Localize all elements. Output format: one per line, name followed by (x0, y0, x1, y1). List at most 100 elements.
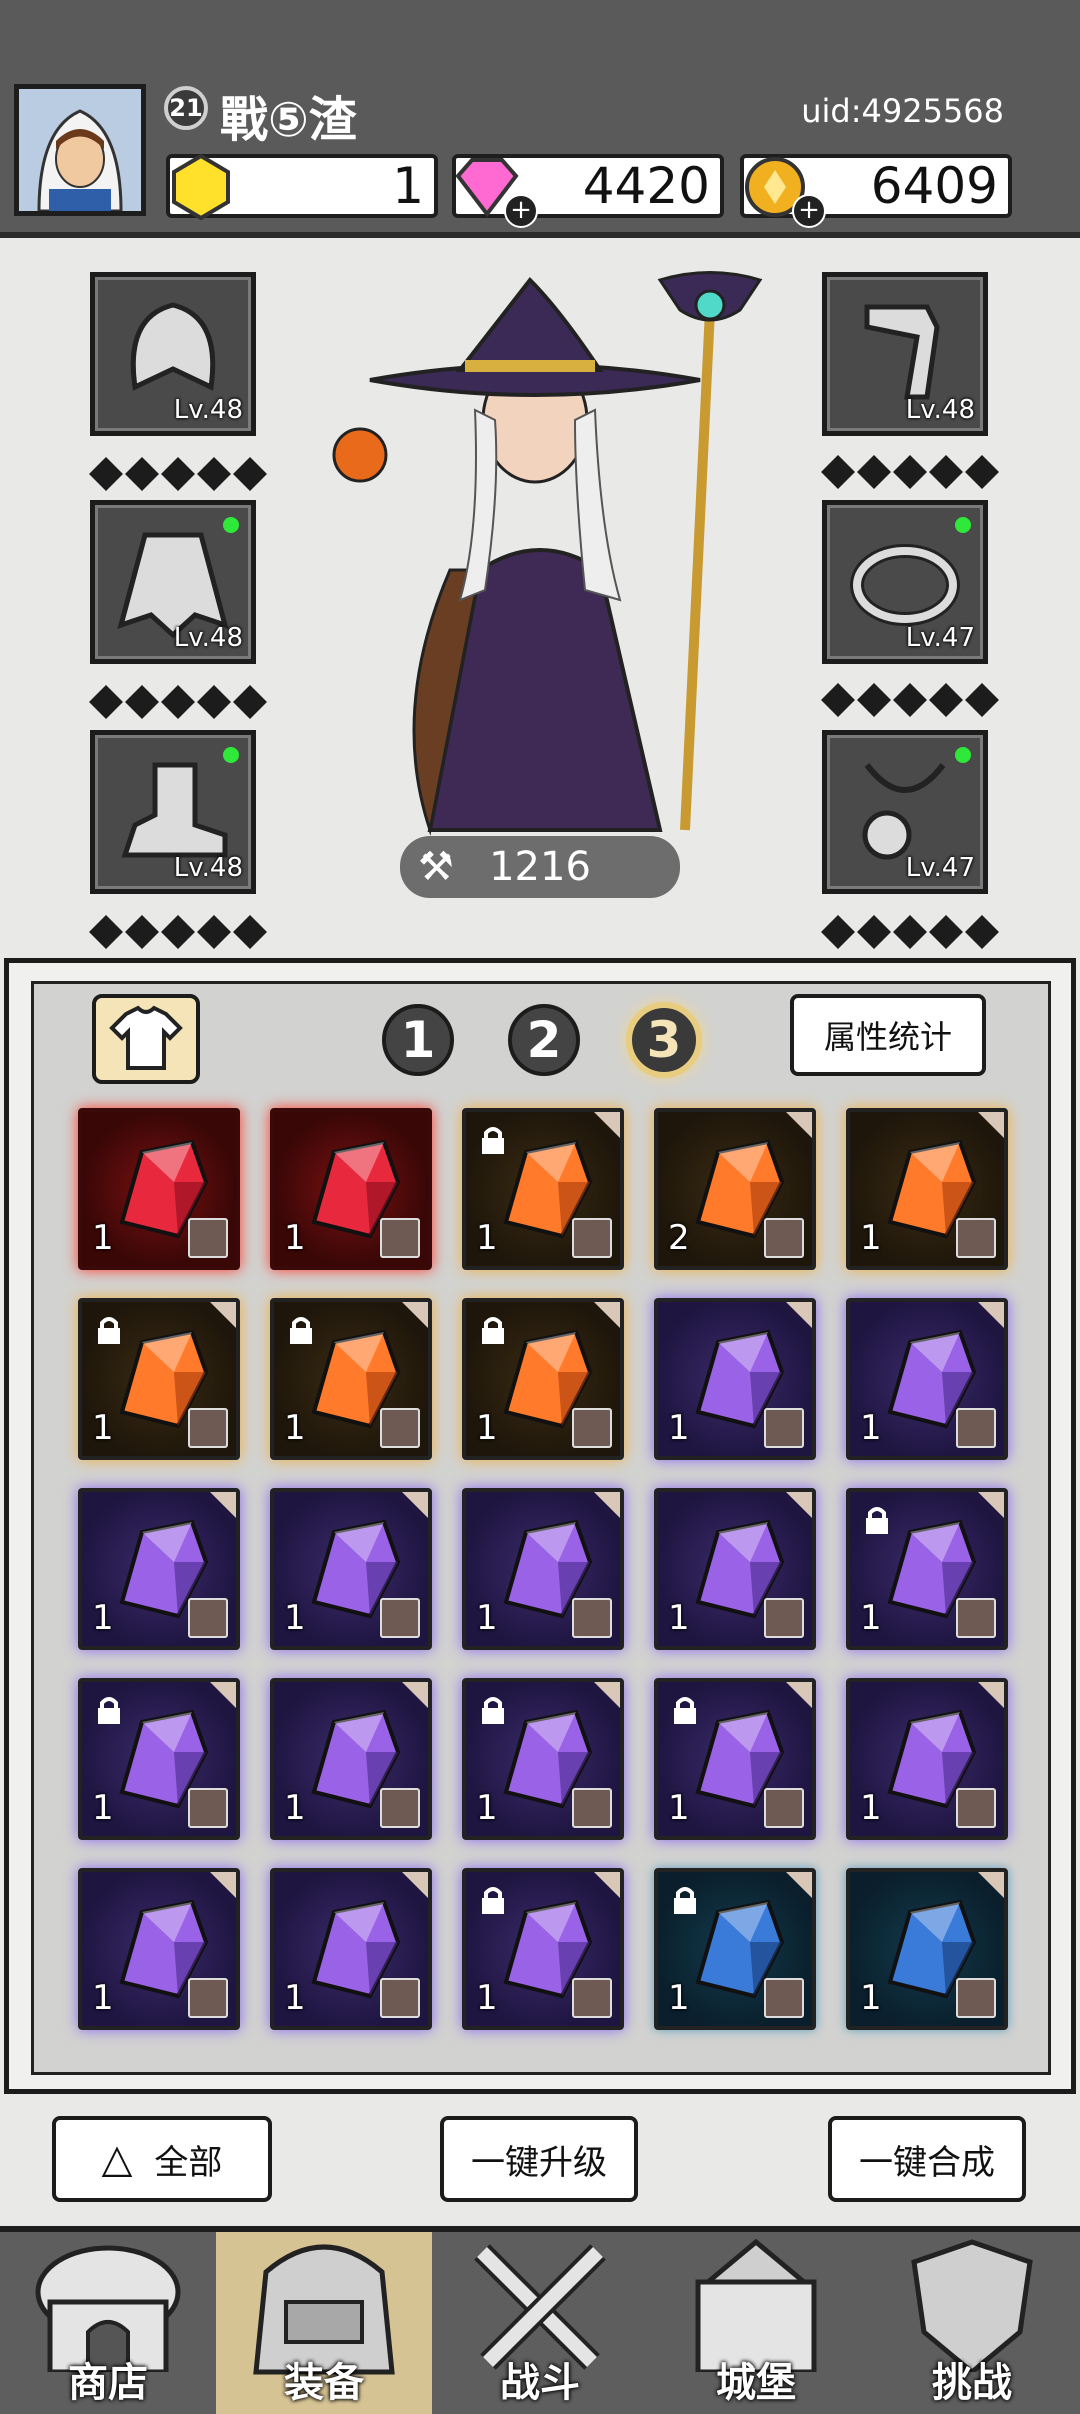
new-indicator-dot (955, 517, 971, 533)
lock-icon (482, 1127, 504, 1154)
slot-type-icon (764, 1598, 804, 1638)
item-count: 1 (668, 1408, 690, 1448)
inventory-item[interactable]: 1 (654, 1678, 816, 1840)
inventory-item[interactable]: 1 (462, 1868, 624, 2030)
nav-battle[interactable]: 战斗 (432, 2232, 648, 2414)
corner-tag (210, 1492, 236, 1518)
inventory-item[interactable]: 1 (846, 1678, 1008, 1840)
equip-slot-cloak[interactable]: Lv.48 (90, 500, 256, 664)
corner-tag (978, 1112, 1004, 1138)
equip-level: Lv.47 (905, 623, 975, 653)
inventory-item[interactable]: 1 (462, 1298, 624, 1460)
nav-label: 商店 (68, 2360, 148, 2406)
filter-all-label: 全部 (154, 2142, 223, 2183)
inventory-item[interactable]: 1 (78, 1298, 240, 1460)
item-count: 1 (284, 1598, 306, 1638)
player-avatar[interactable] (14, 84, 146, 216)
item-count: 1 (92, 1408, 114, 1448)
character-portrait (280, 270, 800, 840)
nav-label: 战斗 (500, 2360, 580, 2406)
inventory-item[interactable]: 1 (462, 1488, 624, 1650)
equip-level: Lv.48 (905, 395, 975, 425)
tab-2[interactable]: 2 (508, 1004, 580, 1076)
inventory-item[interactable]: 1 (846, 1108, 1008, 1270)
gold-counter: + 6409 (740, 154, 1012, 228)
corner-tag (786, 1872, 812, 1898)
nav-label: 挑战 (932, 2360, 1012, 2406)
inventory-item[interactable]: 1 (654, 1298, 816, 1460)
item-count: 1 (860, 1788, 882, 1828)
inventory-item[interactable]: 1 (462, 1108, 624, 1270)
filter-all-button[interactable]: △ 全部 (52, 2116, 272, 2202)
nav-label: 装备 (284, 2360, 364, 2406)
item-count: 1 (284, 1218, 306, 1258)
item-count: 1 (860, 1598, 882, 1638)
equip-level: Lv.48 (173, 853, 243, 883)
corner-tag (978, 1302, 1004, 1328)
equip-slot-necklace[interactable]: Lv.47 (822, 730, 988, 894)
inventory-item[interactable]: 1 (78, 1108, 240, 1270)
equip-slot-weapon[interactable]: Lv.48 (822, 272, 988, 436)
add-gold-button[interactable]: + (792, 194, 826, 228)
tab-1[interactable]: 1 (382, 1004, 454, 1076)
tab-3[interactable]: 3 (626, 1002, 702, 1078)
inventory-item[interactable]: 2 (654, 1108, 816, 1270)
corner-tag (210, 1872, 236, 1898)
slot-type-icon (572, 1408, 612, 1448)
inventory-item[interactable]: 1 (78, 1678, 240, 1840)
equip-level: Lv.48 (173, 623, 243, 653)
item-count: 2 (668, 1218, 690, 1258)
inventory-item[interactable]: 1 (270, 1868, 432, 2030)
corner-tag (978, 1682, 1004, 1708)
yellow-gem-icon (172, 153, 230, 221)
item-count: 1 (860, 1978, 882, 2018)
triangle-up-icon: △ (101, 2136, 133, 2182)
lock-icon (674, 1887, 696, 1914)
lock-icon (866, 1507, 888, 1534)
nav-shop[interactable]: 商店 (0, 2232, 216, 2414)
equip-slot-boots[interactable]: Lv.48 (90, 730, 256, 894)
slot-type-icon (188, 1598, 228, 1638)
slot-type-icon (764, 1408, 804, 1448)
inventory-item[interactable]: 1 (78, 1488, 240, 1650)
helmet-star-row (89, 457, 267, 491)
inventory-item[interactable]: 1 (270, 1298, 432, 1460)
corner-tag (786, 1112, 812, 1138)
slot-type-icon (380, 1408, 420, 1448)
add-diamond-button[interactable]: + (504, 194, 538, 228)
item-count: 1 (476, 1788, 498, 1828)
equip-slot-ring[interactable]: Lv.47 (822, 500, 988, 664)
slot-type-icon (764, 1788, 804, 1828)
inventory-item[interactable]: 1 (462, 1678, 624, 1840)
inventory-item[interactable]: 1 (846, 1298, 1008, 1460)
inventory-item[interactable]: 1 (846, 1488, 1008, 1650)
nav-challenge[interactable]: 挑战 (864, 2232, 1080, 2414)
equip-slot-helmet[interactable]: Lv.48 (90, 272, 256, 436)
inventory-item[interactable]: 1 (846, 1868, 1008, 2030)
inventory-item[interactable]: 1 (270, 1678, 432, 1840)
gold-value: 6409 (870, 157, 998, 215)
nav-castle[interactable]: 城堡 (648, 2232, 864, 2414)
outfit-button[interactable] (92, 994, 200, 1084)
inventory-item[interactable]: 1 (654, 1488, 816, 1650)
item-count: 1 (92, 1978, 114, 2018)
attribute-stats-button[interactable]: 属性统计 (790, 994, 986, 1076)
slot-type-icon (188, 1978, 228, 2018)
inventory-item[interactable]: 1 (78, 1868, 240, 2030)
diamond-value: 4420 (582, 157, 710, 215)
inventory-item[interactable]: 1 (270, 1488, 432, 1650)
lock-icon (98, 1317, 120, 1344)
corner-tag (594, 1872, 620, 1898)
one-key-upgrade-button[interactable]: 一键升级 (440, 2116, 638, 2202)
corner-tag (786, 1302, 812, 1328)
player-name: 戰⑤渣 (220, 92, 357, 148)
inventory-item[interactable]: 1 (654, 1868, 816, 2030)
inventory-item[interactable]: 1 (270, 1108, 432, 1270)
top-bar: 21 戰⑤渣 uid:4925568 1 + 4420 + 6409 (0, 0, 1080, 238)
item-count: 1 (476, 1218, 498, 1258)
one-key-merge-button[interactable]: 一键合成 (828, 2116, 1026, 2202)
item-count: 1 (668, 1788, 690, 1828)
shirt-icon (109, 1005, 183, 1070)
nav-equipment[interactable]: 装备 (216, 2232, 432, 2414)
slot-type-icon (380, 1978, 420, 2018)
